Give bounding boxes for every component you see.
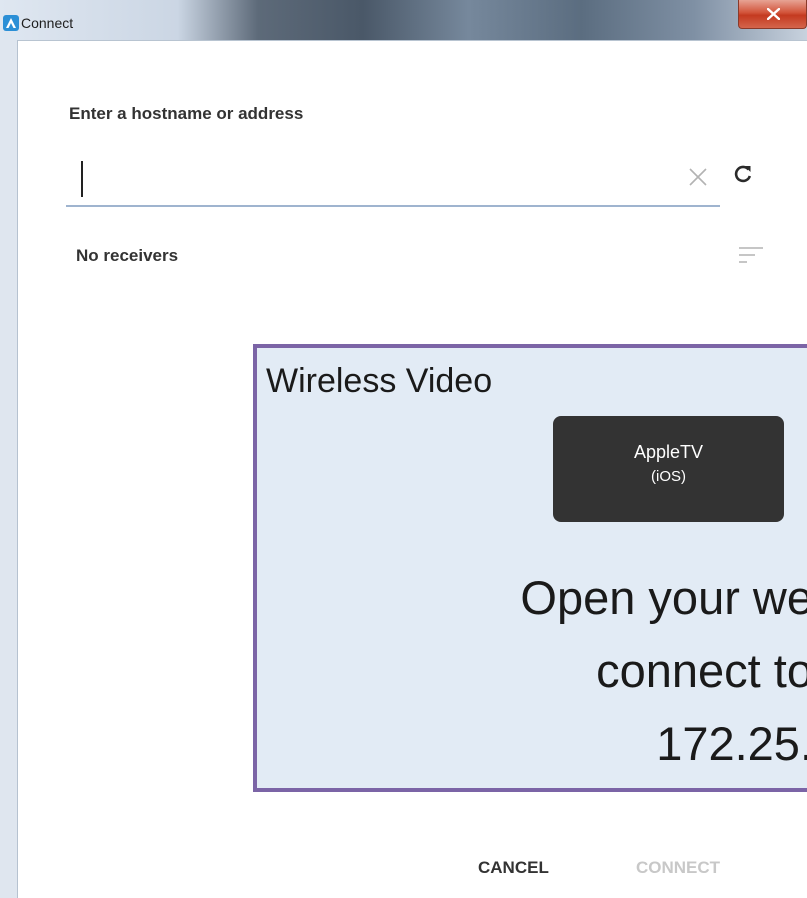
close-icon [767, 8, 780, 20]
cancel-button[interactable]: CANCEL [478, 858, 549, 878]
apple-tv-label: AppleTV [633, 442, 704, 462]
instruction-line-3: 172.25. [656, 717, 807, 770]
clear-icon[interactable] [688, 167, 708, 187]
apple-tv-button[interactable]: AppleTV (iOS) [553, 416, 784, 522]
window-frame [0, 40, 18, 898]
close-button[interactable] [738, 0, 807, 29]
wireless-video-overlay: Wireless Video AppleTV (iOS) Open your w… [253, 344, 807, 792]
hostname-label: Enter a hostname or address [69, 104, 304, 123]
app-logo-icon [3, 15, 19, 31]
receivers-status: No receivers [76, 246, 179, 265]
instruction-line-2: connect to [596, 644, 807, 697]
apple-tv-sublabel: (iOS) [651, 468, 686, 485]
overlay-title: Wireless Video [266, 362, 493, 400]
instruction-line-1: Open your we [520, 571, 807, 624]
sort-icon[interactable] [738, 246, 764, 266]
refresh-icon[interactable] [733, 164, 753, 184]
text-caret [81, 161, 83, 197]
hostname-input[interactable] [66, 151, 720, 207]
connect-dialog: Connect Enter a hostname or address No r… [0, 0, 807, 898]
title-bar: Connect [0, 0, 807, 41]
connect-button[interactable]: CONNECT [636, 858, 720, 878]
window-title: Connect [21, 15, 74, 31]
